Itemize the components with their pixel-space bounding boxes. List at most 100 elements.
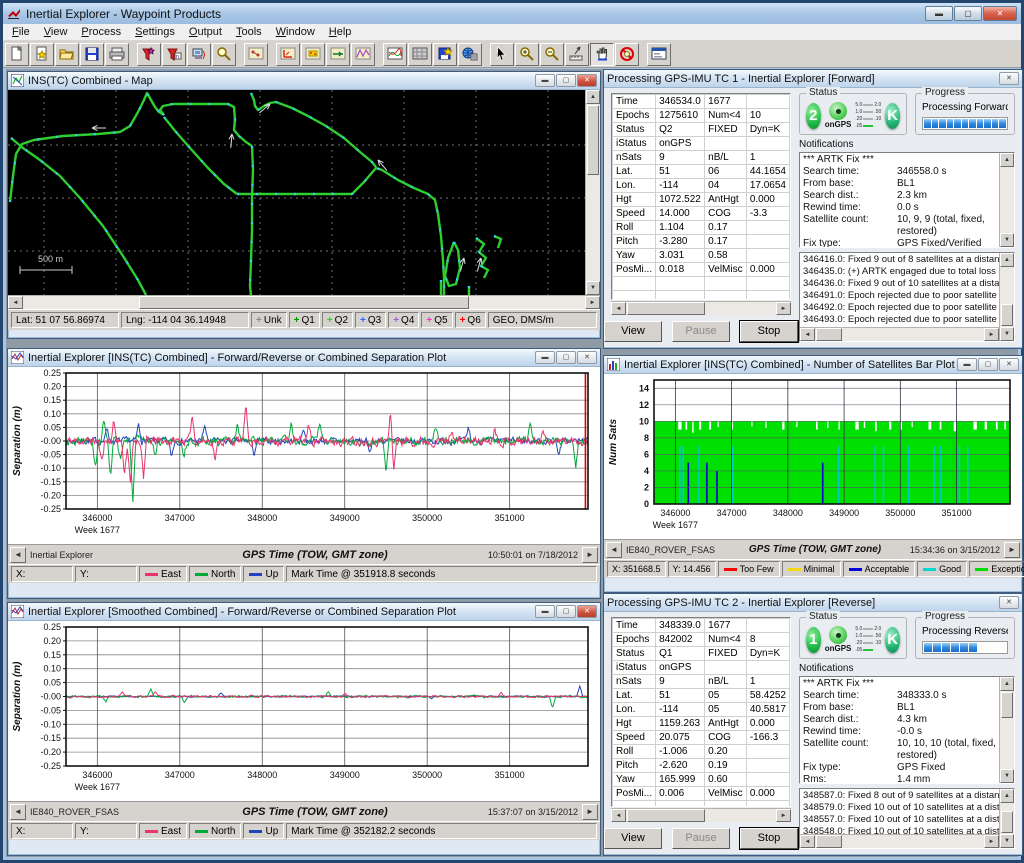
view-raw-button[interactable] [212, 43, 236, 66]
tc1-notifications-box[interactable]: *** ARTK Fix ***Search time:346558.0 sFr… [799, 152, 1015, 248]
minimize-button[interactable]: ▬ [925, 6, 953, 21]
scroll-right-icon[interactable]: ► [776, 302, 791, 315]
scroll-up-icon[interactable]: ▲ [1000, 677, 1014, 691]
tc1-solution-table[interactable]: Time346534.01677Epochs1275610Num<410Stat… [611, 93, 791, 300]
scroll-right-icon[interactable]: ► [776, 809, 791, 822]
scroll-down-icon[interactable]: ▼ [1000, 327, 1014, 341]
print-button[interactable] [105, 43, 129, 66]
sep2-next-button[interactable]: ► [582, 804, 598, 820]
tc2-stop-button[interactable]: Stop [740, 828, 798, 849]
scroll-down-icon[interactable]: ▼ [1000, 769, 1014, 783]
sep1-minimize-button[interactable]: ▬ [535, 351, 555, 364]
tc1-log-hscroll[interactable]: ◄ ► [800, 327, 999, 341]
select-button[interactable] [490, 43, 514, 66]
tc2-title-bar[interactable]: Processing GPS-IMU TC 2 - Inertial Explo… [604, 594, 1022, 612]
tc2-log-box[interactable]: 348587.0: Fixed 8 out of 9 satellites at… [799, 788, 1015, 849]
tc1-close-button[interactable]: ✕ [999, 72, 1019, 85]
scroll-left-icon[interactable]: ◄ [8, 296, 23, 309]
tc2-close-button[interactable]: ✕ [999, 596, 1019, 609]
zoom-in-button[interactable] [515, 43, 539, 66]
scroll-left-icon[interactable]: ◄ [611, 302, 626, 315]
tc1-stop-button[interactable]: Stop [740, 321, 798, 342]
window-layout-button[interactable] [647, 43, 671, 66]
download-button[interactable] [187, 43, 211, 66]
process-gnss-button[interactable] [276, 43, 300, 66]
tc2-pause-button[interactable]: Pause [672, 828, 730, 849]
pan-button[interactable] [590, 43, 614, 66]
menu-help[interactable]: Help [322, 25, 359, 39]
scroll-up-icon[interactable]: ▲ [586, 90, 600, 104]
sat-minimize-button[interactable]: ▬ [957, 358, 977, 371]
save-results-button[interactable] [433, 43, 457, 66]
scroll-down-icon[interactable]: ▼ [1000, 834, 1014, 848]
sat-prev-button[interactable]: ◄ [606, 542, 622, 558]
measure-button[interactable] [565, 43, 589, 66]
zoom-out-button[interactable] [540, 43, 564, 66]
sep2-title-bar[interactable]: Inertial Explorer [Smoothed Combined] - … [8, 603, 600, 621]
results-plot-button[interactable] [383, 43, 407, 66]
menu-view[interactable]: View [37, 25, 75, 39]
sep2-chart[interactable]: 0.250.200.150.100.05-0.00-0.05-0.10-0.15… [8, 621, 600, 796]
tc1-table-hscroll[interactable]: ◄ ► [611, 301, 791, 315]
tc2-log-scrollbar[interactable]: ▲ ▼ [999, 789, 1014, 848]
sat-next-button[interactable]: ► [1004, 542, 1020, 558]
tc1-log-box[interactable]: 346416.0: Fixed 9 out of 8 satellites at… [799, 252, 1015, 342]
sep1-maximize-button[interactable]: ▢ [556, 351, 576, 364]
sat-close-button[interactable]: ✕ [999, 358, 1019, 371]
tc2-log-hscroll[interactable]: ◄ ► [800, 834, 999, 848]
menu-process[interactable]: Process [74, 25, 128, 39]
sat-chart[interactable]: 0246810121434600034700034800034900035000… [604, 374, 1022, 534]
convert-imu-button[interactable]: n [162, 43, 186, 66]
sep1-next-button[interactable]: ► [582, 547, 598, 563]
scroll-down-icon[interactable]: ▼ [1000, 233, 1014, 247]
sat-title-bar[interactable]: Inertial Explorer [INS(TC) Combined] - N… [604, 356, 1022, 374]
sep2-prev-button[interactable]: ◄ [10, 804, 26, 820]
maximize-button[interactable]: ▢ [954, 6, 982, 21]
menu-output[interactable]: Output [182, 25, 229, 39]
process-sessions-button[interactable] [244, 43, 268, 66]
sat-maximize-button[interactable]: ▢ [978, 358, 998, 371]
scroll-up-icon[interactable]: ▲ [1000, 789, 1014, 803]
tc1-pause-button[interactable]: Pause [672, 321, 730, 342]
tc2-table-hscroll[interactable]: ◄ ► [611, 808, 791, 822]
tc2-notif-scrollbar[interactable]: ▲ ▼ [999, 677, 1014, 783]
tc2-notifications-box[interactable]: *** ARTK Fix ***Search time:348333.0 sFr… [799, 676, 1015, 784]
menu-tools[interactable]: Tools [229, 25, 269, 39]
sep2-close-button[interactable]: ✕ [577, 605, 597, 618]
sep1-chart[interactable]: 0.250.200.150.100.05-0.00-0.05-0.10-0.15… [8, 367, 600, 539]
process-tc-button[interactable] [326, 43, 350, 66]
map-minimize-button[interactable]: ▬ [535, 74, 555, 87]
scroll-down-icon[interactable]: ▼ [586, 281, 600, 295]
scroll-left-icon[interactable]: ◄ [800, 328, 815, 341]
process-loosely-button[interactable] [301, 43, 325, 66]
menu-file[interactable]: File [5, 25, 37, 39]
sep1-prev-button[interactable]: ◄ [10, 547, 26, 563]
tc2-view-button[interactable]: View [604, 828, 662, 849]
map-window-title-bar[interactable]: INS(TC) Combined - Map ▬ ▢ ✕ [8, 72, 600, 90]
new-project-button[interactable] [30, 43, 54, 66]
menu-window[interactable]: Window [269, 25, 322, 39]
new-button[interactable] [5, 43, 29, 66]
tc2-solution-table[interactable]: Time348339.01677Epochs842002Num<48Status… [611, 617, 791, 807]
close-button[interactable]: ✕ [983, 6, 1017, 21]
map-close-button[interactable]: ✕ [577, 74, 597, 87]
export-wizard-button[interactable] [458, 43, 482, 66]
sep1-title-bar[interactable]: Inertial Explorer [INS(TC) Combined] - F… [8, 349, 600, 367]
tc1-title-bar[interactable]: Processing GPS-IMU TC 1 - Inertial Explo… [604, 70, 1022, 88]
scroll-up-icon[interactable]: ▲ [1000, 153, 1014, 167]
scroll-left-icon[interactable]: ◄ [800, 835, 815, 848]
map-canvas[interactable]: 500 m [8, 90, 585, 295]
main-title-bar[interactable]: Inertial Explorer - Waypoint Products ▬ … [3, 3, 1021, 24]
menu-settings[interactable]: Settings [128, 25, 182, 39]
process-plots-button[interactable] [351, 43, 375, 66]
open-button[interactable] [55, 43, 79, 66]
zoom-reset-button[interactable] [615, 43, 639, 66]
sep2-maximize-button[interactable]: ▢ [556, 605, 576, 618]
sep1-close-button[interactable]: ✕ [577, 351, 597, 364]
tc1-notif-scrollbar[interactable]: ▲ ▼ [999, 153, 1014, 247]
results-map-button[interactable] [408, 43, 432, 66]
map-maximize-button[interactable]: ▢ [556, 74, 576, 87]
sep2-minimize-button[interactable]: ▬ [535, 605, 555, 618]
scroll-right-icon[interactable]: ► [585, 296, 600, 309]
scroll-right-icon[interactable]: ► [984, 835, 999, 848]
